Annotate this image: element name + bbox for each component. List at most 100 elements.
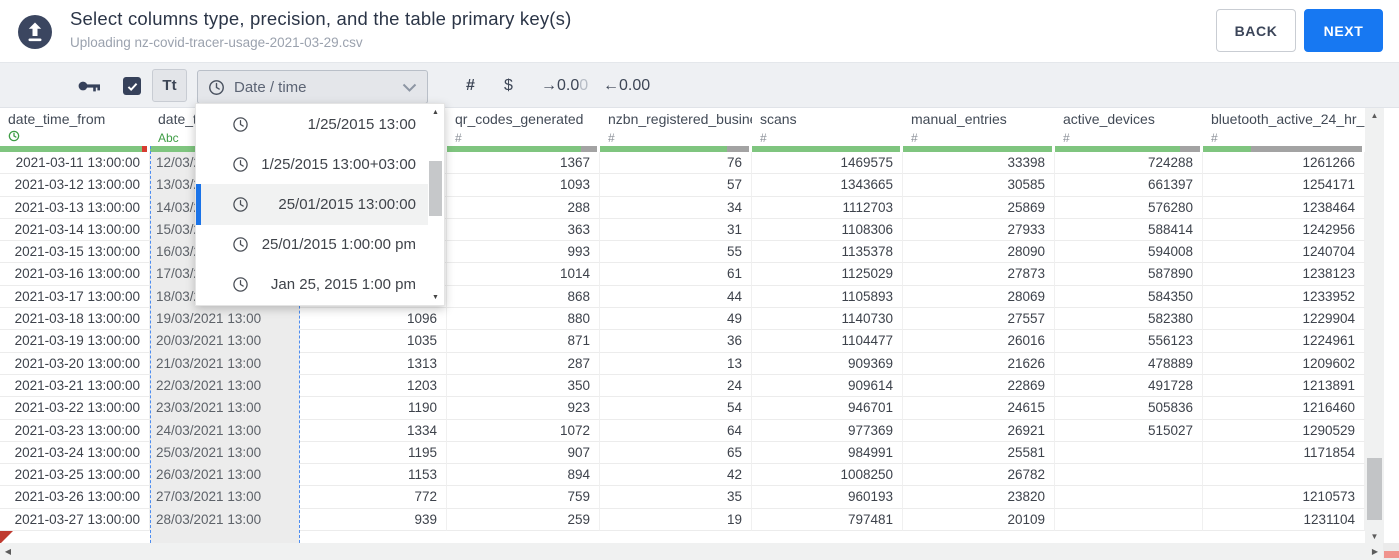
check-icon bbox=[127, 82, 137, 91]
cell: 35 bbox=[600, 486, 752, 509]
scroll-right-icon[interactable]: ▶ bbox=[1367, 543, 1383, 560]
vertical-scrollbar-thumb[interactable] bbox=[1367, 458, 1382, 520]
vertical-scrollbar[interactable]: ▲ ▼ bbox=[1365, 108, 1384, 543]
cell: 24 bbox=[600, 374, 752, 398]
scroll-left-icon[interactable]: ◀ bbox=[0, 543, 16, 560]
dropdown-scroll-up-icon[interactable]: ▲ bbox=[428, 106, 443, 118]
table-row: 2021-03-25 13:00:00 26/03/2021 13:00 1153 8… bbox=[0, 464, 1365, 487]
column-type-indicator: # bbox=[1211, 131, 1218, 145]
cell: 19/03/2021 13:00 bbox=[150, 308, 300, 331]
scroll-up-icon[interactable]: ▲ bbox=[1365, 108, 1384, 122]
decrease-precision-label: →0.0 bbox=[541, 77, 580, 94]
column-header-bluetooth_active_24_hr_[interactable]: bluetooth_active_24_hr_ # bbox=[1203, 108, 1365, 146]
cell: 871 bbox=[447, 330, 600, 353]
table-row: 2021-03-19 13:00:00 20/03/2021 13:00 1035 8… bbox=[0, 330, 1365, 353]
cell: 2021-03-24 13:00:00 bbox=[0, 441, 150, 465]
cell: 946701 bbox=[752, 397, 903, 420]
cell bbox=[1055, 464, 1203, 487]
cell: 26016 bbox=[903, 330, 1055, 353]
table-row: 2021-03-26 13:00:00 27/03/2021 13:00 772 75… bbox=[0, 486, 1365, 509]
column-header-nzbn_registered_busine[interactable]: nzbn_registered_busine # bbox=[600, 108, 752, 146]
cell: 1195 bbox=[300, 441, 447, 465]
increase-precision-button[interactable]: ←0.00 bbox=[603, 63, 650, 109]
cell: 515027 bbox=[1055, 419, 1203, 442]
page-subtitle: Uploading nz-covid-tracer-usage-2021-03-… bbox=[70, 35, 363, 50]
cell: 25581 bbox=[903, 441, 1055, 465]
format-option-label: 1/25/2015 13:00+03:00 bbox=[261, 155, 416, 173]
cell: 1240704 bbox=[1203, 241, 1365, 264]
format-option[interactable]: 25/01/2015 13:00:00 bbox=[196, 184, 428, 225]
back-button[interactable]: BACK bbox=[1216, 9, 1296, 52]
format-option[interactable]: 1/25/2015 13:00+03:00 bbox=[196, 144, 428, 184]
page-header: Select columns type, precision, and the … bbox=[0, 0, 1399, 62]
chevron-down-icon bbox=[402, 83, 417, 92]
cell: 25869 bbox=[903, 196, 1055, 219]
resize-corner bbox=[1384, 551, 1399, 558]
format-option[interactable]: 25/01/2015 1:00:00 pm bbox=[196, 225, 428, 265]
clock-icon bbox=[208, 79, 225, 96]
cell bbox=[1203, 464, 1365, 487]
cell: 584350 bbox=[1055, 285, 1203, 309]
boolean-type-checkbox[interactable] bbox=[123, 77, 141, 95]
format-option[interactable]: 1/25/2015 13:00 bbox=[196, 104, 428, 144]
table-row: 2021-03-24 13:00:00 25/03/2021 13:00 1195 9… bbox=[0, 441, 1365, 465]
cell: 960193 bbox=[752, 486, 903, 509]
cell: 26/03/2021 13:00 bbox=[150, 464, 300, 487]
column-header-date_time_from[interactable]: date_time_from bbox=[0, 108, 150, 146]
cell: 909369 bbox=[752, 352, 903, 375]
cell: 23820 bbox=[903, 486, 1055, 509]
column-header-scans[interactable]: scans # bbox=[752, 108, 903, 146]
cell: 1224961 bbox=[1203, 330, 1365, 353]
decrease-precision-button[interactable]: →0.0 0 bbox=[541, 63, 588, 109]
datetime-format-select[interactable]: Date / time bbox=[197, 70, 428, 104]
column-header-active_devices[interactable]: active_devices # bbox=[1055, 108, 1203, 146]
cell: 22869 bbox=[903, 374, 1055, 398]
dropdown-scrollbar[interactable]: ▲ ▼ bbox=[428, 106, 443, 303]
cell: 1213891 bbox=[1203, 374, 1365, 398]
format-option-list: 1/25/2015 13:00 1/25/2015 13:00+03:00 25/0… bbox=[196, 104, 428, 305]
primary-key-icon[interactable] bbox=[78, 80, 101, 98]
format-option[interactable]: Jan 25, 2015 1:00 pm bbox=[196, 265, 428, 305]
cell: 984991 bbox=[752, 441, 903, 465]
next-button[interactable]: NEXT bbox=[1304, 9, 1383, 52]
dropdown-scroll-down-icon[interactable]: ▼ bbox=[428, 291, 443, 303]
cell: 42 bbox=[600, 464, 752, 487]
page-title: Select columns type, precision, and the … bbox=[70, 8, 572, 29]
format-option-label: 1/25/2015 13:00 bbox=[307, 115, 416, 133]
cell: 24615 bbox=[903, 397, 1055, 420]
cell: 24/03/2021 13:00 bbox=[150, 419, 300, 442]
clock-icon bbox=[232, 276, 249, 293]
cell: 909614 bbox=[752, 374, 903, 398]
currency-type-button[interactable]: $ bbox=[504, 63, 513, 109]
cell: 491728 bbox=[1055, 374, 1203, 398]
text-type-button[interactable]: Tt bbox=[152, 69, 187, 102]
horizontal-scrollbar[interactable]: ◀ ▶ bbox=[0, 543, 1383, 560]
cell: 27873 bbox=[903, 263, 1055, 286]
cell: 661397 bbox=[1055, 174, 1203, 197]
cell: 759 bbox=[447, 486, 600, 509]
cell: 772 bbox=[300, 486, 447, 509]
cell: 2021-03-26 13:00:00 bbox=[0, 486, 150, 509]
column-header-qr_codes_generated[interactable]: qr_codes_generated # bbox=[447, 108, 600, 146]
cell: 1108306 bbox=[752, 218, 903, 242]
cell bbox=[1055, 508, 1203, 532]
cell: 57 bbox=[600, 174, 752, 197]
column-name: nzbn_registered_busine bbox=[608, 111, 752, 127]
number-type-button[interactable]: # bbox=[466, 63, 475, 109]
cell: 2021-03-11 13:00:00 bbox=[0, 152, 150, 175]
cell: 26782 bbox=[903, 464, 1055, 487]
cell: 1035 bbox=[300, 330, 447, 353]
cell: 587890 bbox=[1055, 263, 1203, 286]
cell: 1261266 bbox=[1203, 152, 1365, 175]
scroll-down-icon[interactable]: ▼ bbox=[1365, 529, 1384, 543]
cell: 288 bbox=[447, 196, 600, 219]
column-type-indicator: # bbox=[760, 131, 767, 145]
cell: 1112703 bbox=[752, 196, 903, 219]
cell: 23/03/2021 13:00 bbox=[150, 397, 300, 420]
cell: 363 bbox=[447, 218, 600, 242]
format-option-label: Jan 25, 2015 1:00 pm bbox=[270, 276, 416, 294]
cell: 2021-03-17 13:00:00 bbox=[0, 285, 150, 309]
dropdown-scrollbar-thumb[interactable] bbox=[429, 161, 442, 216]
clock-icon bbox=[232, 116, 249, 133]
column-header-manual_entries[interactable]: manual_entries # bbox=[903, 108, 1055, 146]
